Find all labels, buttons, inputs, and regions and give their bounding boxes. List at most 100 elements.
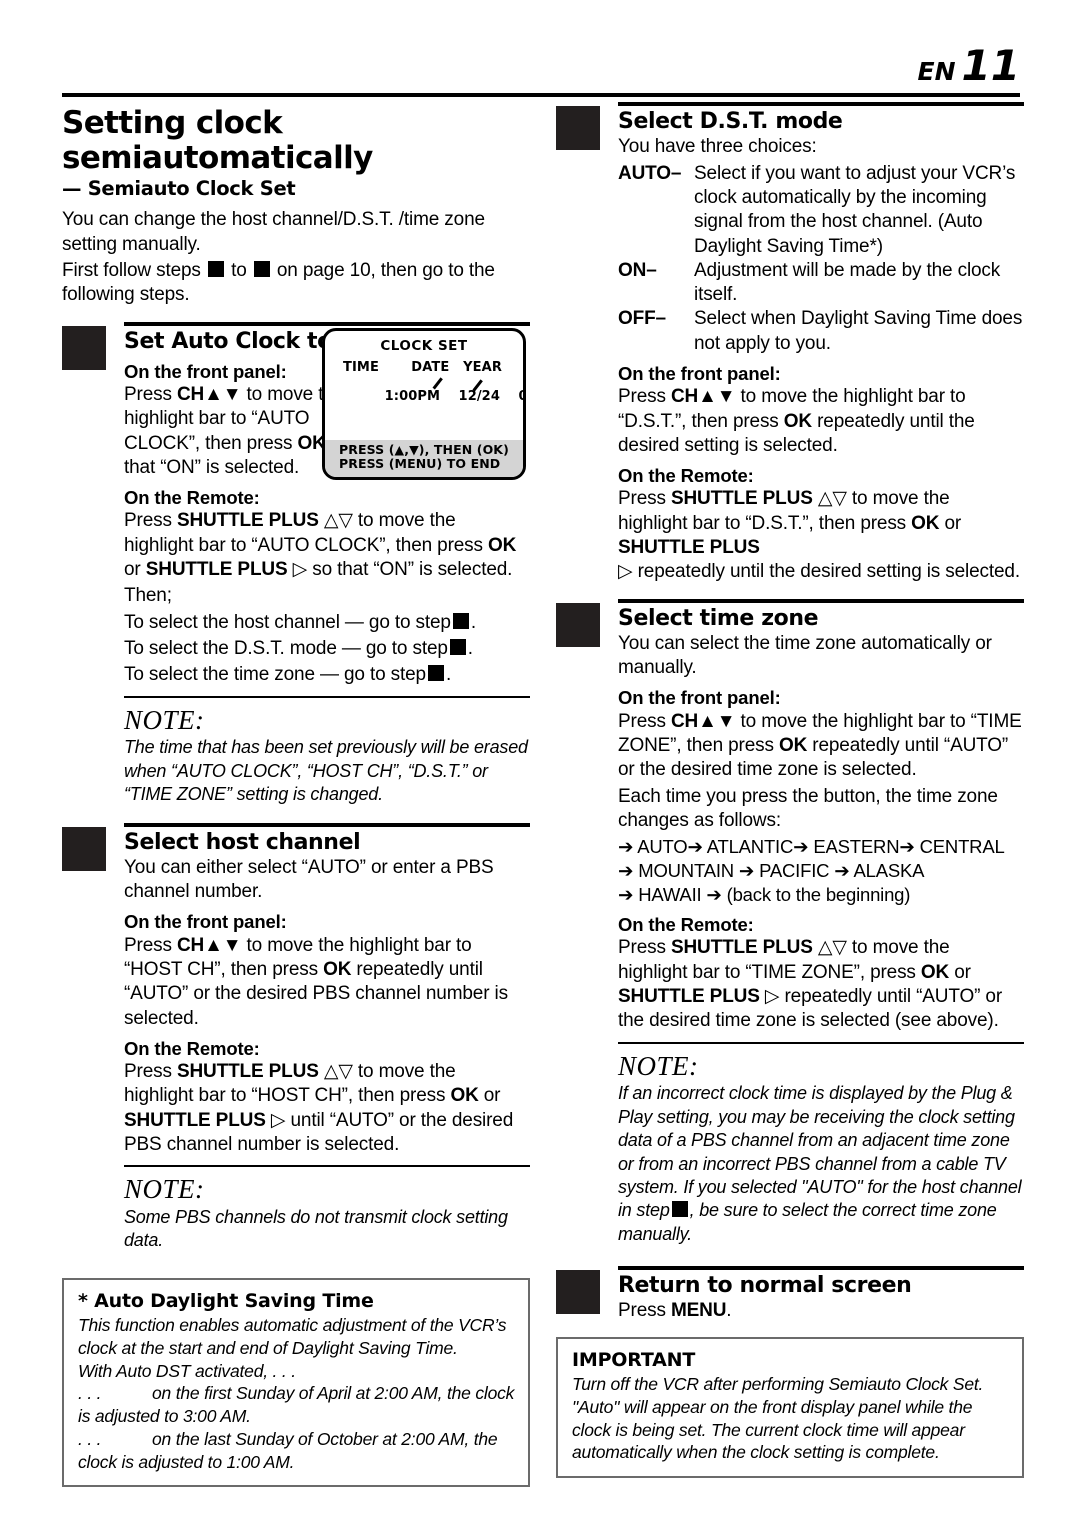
- shuttle-plus-label: SHUTTLE PLUS: [618, 536, 760, 558]
- ok-button-label: OK: [920, 961, 950, 983]
- shuttle-updown-icon: △▽: [817, 488, 847, 510]
- note-divider: NOTE: If an incorrect clock time is disp…: [618, 1041, 1024, 1246]
- remote-instruction: Press SHUTTLE PLUS △▽ to move the highli…: [124, 1060, 530, 1157]
- intro-text-b: to: [231, 260, 247, 282]
- front-panel-instruction: Press CH▲▼ to move the highlight bar to …: [124, 934, 530, 1031]
- remote-instruction: Press SHUTTLE PLUS △▽ to move the highli…: [124, 509, 530, 582]
- table-row: AUTO– Select if you want to adjust your …: [618, 162, 1024, 259]
- box-line-1: This function enables automatic adjustme…: [78, 1315, 507, 1358]
- step-number-marker: [556, 1270, 600, 1315]
- step-select-host-channel: Select host channel You can either selec…: [62, 822, 530, 1158]
- step-square-icon: [253, 261, 270, 278]
- ch-button-label: CH: [670, 710, 699, 732]
- goto-host-channel: To select the host channel — go to step.: [124, 611, 530, 635]
- updown-arrow-icon: ▲▼: [204, 384, 242, 406]
- remote-label: On the Remote:: [618, 465, 754, 487]
- osd-footer-line-1: PRESS (▲,▼), THEN (OK): [339, 441, 509, 457]
- manual-page: EN 11 Setting clock semiautomatically — S…: [0, 0, 1080, 1526]
- text-fragment: so that “ON” is selected.: [307, 559, 513, 581]
- note-title: NOTE:: [124, 704, 205, 735]
- step-square-icon: [427, 665, 444, 682]
- front-panel-instruction: Press CH▲▼ to move the highlight bar to …: [618, 710, 1024, 783]
- text-fragment: Press: [618, 1300, 671, 1322]
- text-fragment: .: [467, 638, 473, 660]
- step-select-time-zone: Select time zone You can select the time…: [556, 598, 1024, 1034]
- step-heading: Select host channel: [124, 822, 530, 855]
- box-line-4: . . . on the last Sunday of October at 2:…: [78, 1428, 516, 1474]
- choice-key: OFF–: [618, 308, 666, 330]
- table-row: ON– Adjustment will be made by the clock…: [618, 259, 1024, 308]
- front-panel-label: On the front panel:: [618, 687, 781, 709]
- shuttle-plus-label: SHUTTLE PLUS: [670, 937, 813, 959]
- shuttle-updown-icon: △▽: [323, 1060, 353, 1082]
- ok-button-label: OK: [488, 534, 517, 556]
- step-return-to-normal-screen: Return to normal screen Press MENU.: [556, 1266, 1024, 1324]
- ellipsis-marker: . . .: [78, 1383, 102, 1404]
- page-locale-label: EN: [917, 57, 956, 86]
- page-number-block: EN 11: [918, 41, 1020, 90]
- page-title: Setting clock semiautomatically: [62, 105, 373, 176]
- box-title: IMPORTANT: [572, 1349, 696, 1371]
- table-row: OFF– Select when Daylight Saving Time do…: [618, 307, 1024, 356]
- shuttle-plus-label: SHUTTLE PLUS: [124, 1109, 266, 1131]
- goto-time-zone: To select the time zone — go to step.: [124, 663, 530, 687]
- header-divider: [62, 93, 1020, 97]
- front-panel-instruction: Press CH▲▼ to move the highlight bar to …: [618, 385, 1024, 458]
- text-fragment: Press: [618, 937, 671, 959]
- step-heading: Select time zone: [618, 598, 1024, 631]
- time-zone-cycle-line-2: ➔ MOUNTAIN ➔ PACIFIC ➔ ALASKA: [618, 860, 925, 882]
- text-fragment: Press: [618, 488, 671, 510]
- time-zone-cycle-line-3: ➔ HAWAII ➔ (back to the beginning): [618, 884, 911, 906]
- time-zone-cycle-line-1: ➔ AUTO➔ ATLANTIC➔ EASTERN➔ CENTRAL: [618, 836, 1005, 858]
- text-fragment: .: [445, 664, 452, 686]
- note-block-1: NOTE: The time that has been set previou…: [62, 695, 530, 807]
- osd-datetime-values: 1:00PM 12/24 00 SUN: [343, 376, 523, 449]
- page-subtitle: — Semiauto Clock Set: [62, 177, 296, 201]
- step-title: Select time zone: [618, 605, 819, 631]
- remote-label: On the Remote:: [124, 487, 260, 509]
- intro-paragraph-1: You can change the host channel/D.S.T. /…: [62, 209, 485, 255]
- shuttle-updown-icon: △▽: [323, 510, 353, 532]
- dst-choices-table: AUTO– Select if you want to adjust your …: [618, 162, 1024, 357]
- step-number-marker: [62, 826, 106, 871]
- step-intro: You can select the time zone automatical…: [618, 632, 992, 679]
- choice-description: Select when Daylight Saving Time does no…: [694, 308, 1023, 354]
- intro-paragraph-2: First follow steps to on page 10, then g…: [62, 259, 530, 308]
- return-instruction: Press MENU.: [618, 1299, 1024, 1323]
- shuttle-updown-icon: △▽: [817, 937, 847, 959]
- shuttle-right-icon: ▷: [270, 1109, 286, 1131]
- ok-button-label: OK: [450, 1085, 479, 1107]
- osd-clock-set-screen: CLOCK SET TIME DATE YEAR 1:00PM 12/24 00…: [322, 328, 526, 480]
- step-intro: You have three choices:: [618, 136, 817, 158]
- note-divider: NOTE: Some PBS channels do not transmit …: [124, 1165, 530, 1252]
- text-fragment: Press: [618, 386, 671, 408]
- then-text: Then;: [124, 585, 172, 607]
- time-zone-cycle-intro: Each time you press the button, the time…: [618, 785, 998, 831]
- shuttle-right-icon: ▷: [618, 561, 633, 583]
- text-fragment: Press: [124, 510, 177, 532]
- ok-button-label: OK: [778, 734, 808, 756]
- note-text: If an incorrect clock time is displayed …: [618, 1082, 1024, 1246]
- choice-key: AUTO–: [618, 162, 682, 184]
- osd-footer: PRESS (▲,▼), THEN (OK) PRESS (MENU) TO E…: [325, 439, 523, 477]
- updown-arrow-icon: ▲▼: [204, 934, 242, 956]
- box-text: Turn off the VCR after performing Semiau…: [572, 1374, 984, 1463]
- front-panel-label: On the front panel:: [618, 363, 781, 385]
- text-fragment: or: [949, 961, 971, 983]
- updown-arrow-icon: ▲▼: [698, 386, 736, 408]
- step-square-icon: [452, 612, 469, 629]
- goto-dst-mode: To select the D.S.T. mode — go to step.: [124, 637, 530, 661]
- note-title: NOTE:: [618, 1050, 699, 1081]
- text-fragment: or: [478, 1085, 501, 1107]
- remote-label: On the Remote:: [124, 1037, 260, 1059]
- text-fragment: Press: [124, 384, 177, 406]
- shuttle-plus-label: SHUTTLE PLUS: [670, 488, 813, 510]
- right-column: Select D.S.T. mode You have three choice…: [556, 100, 1024, 1326]
- choice-description: Adjustment will be made by the clock its…: [694, 259, 1001, 306]
- box-line-3: . . . on the first Sunday of April at 2:0…: [78, 1382, 516, 1428]
- note-block-2: NOTE: Some PBS channels do not transmit …: [62, 1165, 530, 1252]
- choice-description: Select if you want to adjust your VCR’s …: [694, 162, 1016, 257]
- shuttle-right-icon: ▷: [292, 559, 308, 581]
- important-info-box: IMPORTANT Turn off the VCR after perform…: [556, 1337, 1024, 1478]
- remote-label: On the Remote:: [618, 914, 754, 936]
